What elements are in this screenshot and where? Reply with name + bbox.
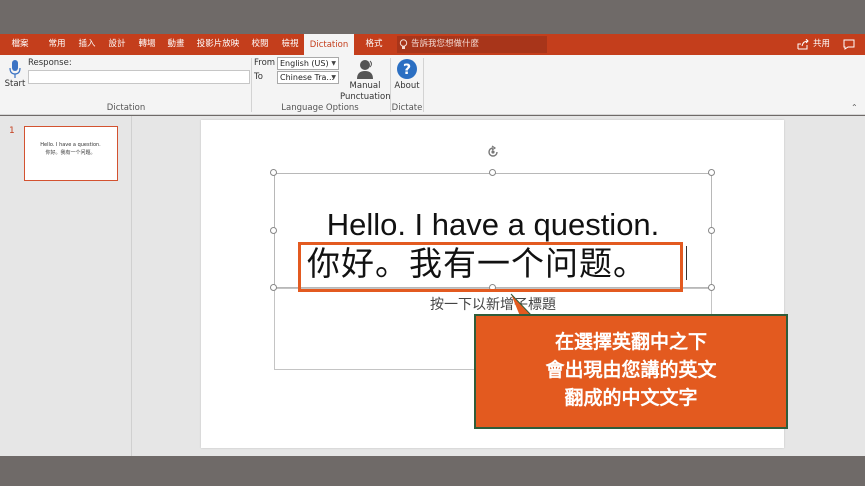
thumbnail-title-zh: 你好。我有一个问题。 <box>45 150 96 156</box>
response-label: Response: <box>28 58 72 68</box>
callout-line-1: 在選擇英翻中之下 <box>554 331 707 353</box>
resize-handle[interactable] <box>270 284 277 291</box>
thumbnail-title-en: Hello. I have a question. <box>40 142 101 148</box>
resize-handle[interactable] <box>708 284 715 291</box>
about-label: About <box>394 81 420 91</box>
tell-me-search[interactable]: 告訴我您想做什麼 <box>397 36 547 53</box>
callout-pointer <box>510 293 532 316</box>
slide-number: 1 <box>9 126 15 136</box>
to-language-value: Chinese Tra... <box>280 73 335 82</box>
tab-view[interactable]: 檢視 <box>276 34 304 55</box>
share-icon <box>797 39 809 50</box>
tab-review[interactable]: 校閱 <box>246 34 274 55</box>
manual-label-line1: Manual <box>349 81 381 91</box>
from-language-value: English (US) <box>280 59 329 68</box>
text-cursor <box>686 246 687 280</box>
tab-insert[interactable]: 插入 <box>72 34 102 55</box>
tab-home[interactable]: 常用 <box>42 34 72 55</box>
svg-text:?: ? <box>403 62 411 78</box>
title-bar <box>0 0 865 34</box>
annotation-callout: 在選擇英翻中之下 會出現由您講的英文 翻成的中文文字 <box>474 314 788 429</box>
about-button[interactable]: ? About <box>393 58 421 91</box>
callout-line-2: 會出現由您講的英文 <box>545 359 717 381</box>
from-label: From <box>254 58 276 68</box>
group-label-language: Language Options <box>281 103 359 113</box>
response-input[interactable] <box>28 70 250 84</box>
slide-title-english[interactable]: Hello. I have a question. <box>274 207 712 243</box>
comment-icon[interactable] <box>843 39 855 50</box>
manual-label-line2: Punctuation <box>340 92 391 102</box>
subtitle-placeholder-text: 按一下以新增子標題 <box>430 297 556 313</box>
status-bar <box>0 456 865 486</box>
from-language-select[interactable]: English (US) ▼ <box>277 57 339 70</box>
resize-handle[interactable] <box>489 169 496 176</box>
callout-line-3: 翻成的中文文字 <box>564 387 698 409</box>
person-speaking-icon <box>357 60 373 79</box>
tab-format[interactable]: 格式 <box>360 34 388 55</box>
group-label-dictate: Dictate <box>391 103 423 113</box>
ribbon-panel: Start Response: Dictation From English (… <box>0 55 865 115</box>
help-icon: ? <box>397 59 417 79</box>
tab-design[interactable]: 設計 <box>102 34 132 55</box>
tell-me-text: 告訴我您想做什麼 <box>411 39 480 49</box>
share-button[interactable]: 共用 <box>797 34 830 55</box>
chevron-down-icon: ▼ <box>331 60 336 67</box>
start-button[interactable]: Start <box>4 58 26 94</box>
rotate-handle-icon[interactable] <box>486 145 500 159</box>
to-language-select[interactable]: Chinese Tra... ▼ <box>277 71 339 84</box>
resize-handle[interactable] <box>270 169 277 176</box>
collapse-ribbon-icon[interactable]: ⌃ <box>851 103 858 112</box>
tab-file[interactable]: 檔案 <box>6 34 34 55</box>
tab-slideshow[interactable]: 投影片放映 <box>193 34 243 55</box>
resize-handle[interactable] <box>708 169 715 176</box>
chevron-down-icon: ▼ <box>331 74 336 81</box>
to-label: To <box>254 72 263 82</box>
manual-punctuation-button[interactable]: Manual Punctuation <box>340 58 391 102</box>
translation-highlight-box <box>298 242 683 292</box>
ribbon-tab-bar: 檔案 常用 插入 設計 轉場 動畫 投影片放映 校閱 檢視 Dictation … <box>0 34 865 55</box>
share-label: 共用 <box>813 39 831 49</box>
microphone-icon <box>9 60 21 78</box>
group-separator <box>423 58 424 112</box>
start-label: Start <box>4 79 26 89</box>
group-separator <box>251 58 252 112</box>
slide-thumbnail-pane: 1 Hello. I have a question. 你好。我有一个问题。 <box>0 116 132 456</box>
group-label-dictation: Dictation <box>106 103 146 113</box>
lightbulb-icon <box>399 39 408 49</box>
slide-thumbnail[interactable]: Hello. I have a question. 你好。我有一个问题。 <box>24 126 118 181</box>
tab-transitions[interactable]: 轉場 <box>132 34 162 55</box>
tab-animations[interactable]: 動畫 <box>161 34 191 55</box>
tab-dictation[interactable]: Dictation <box>304 34 354 55</box>
